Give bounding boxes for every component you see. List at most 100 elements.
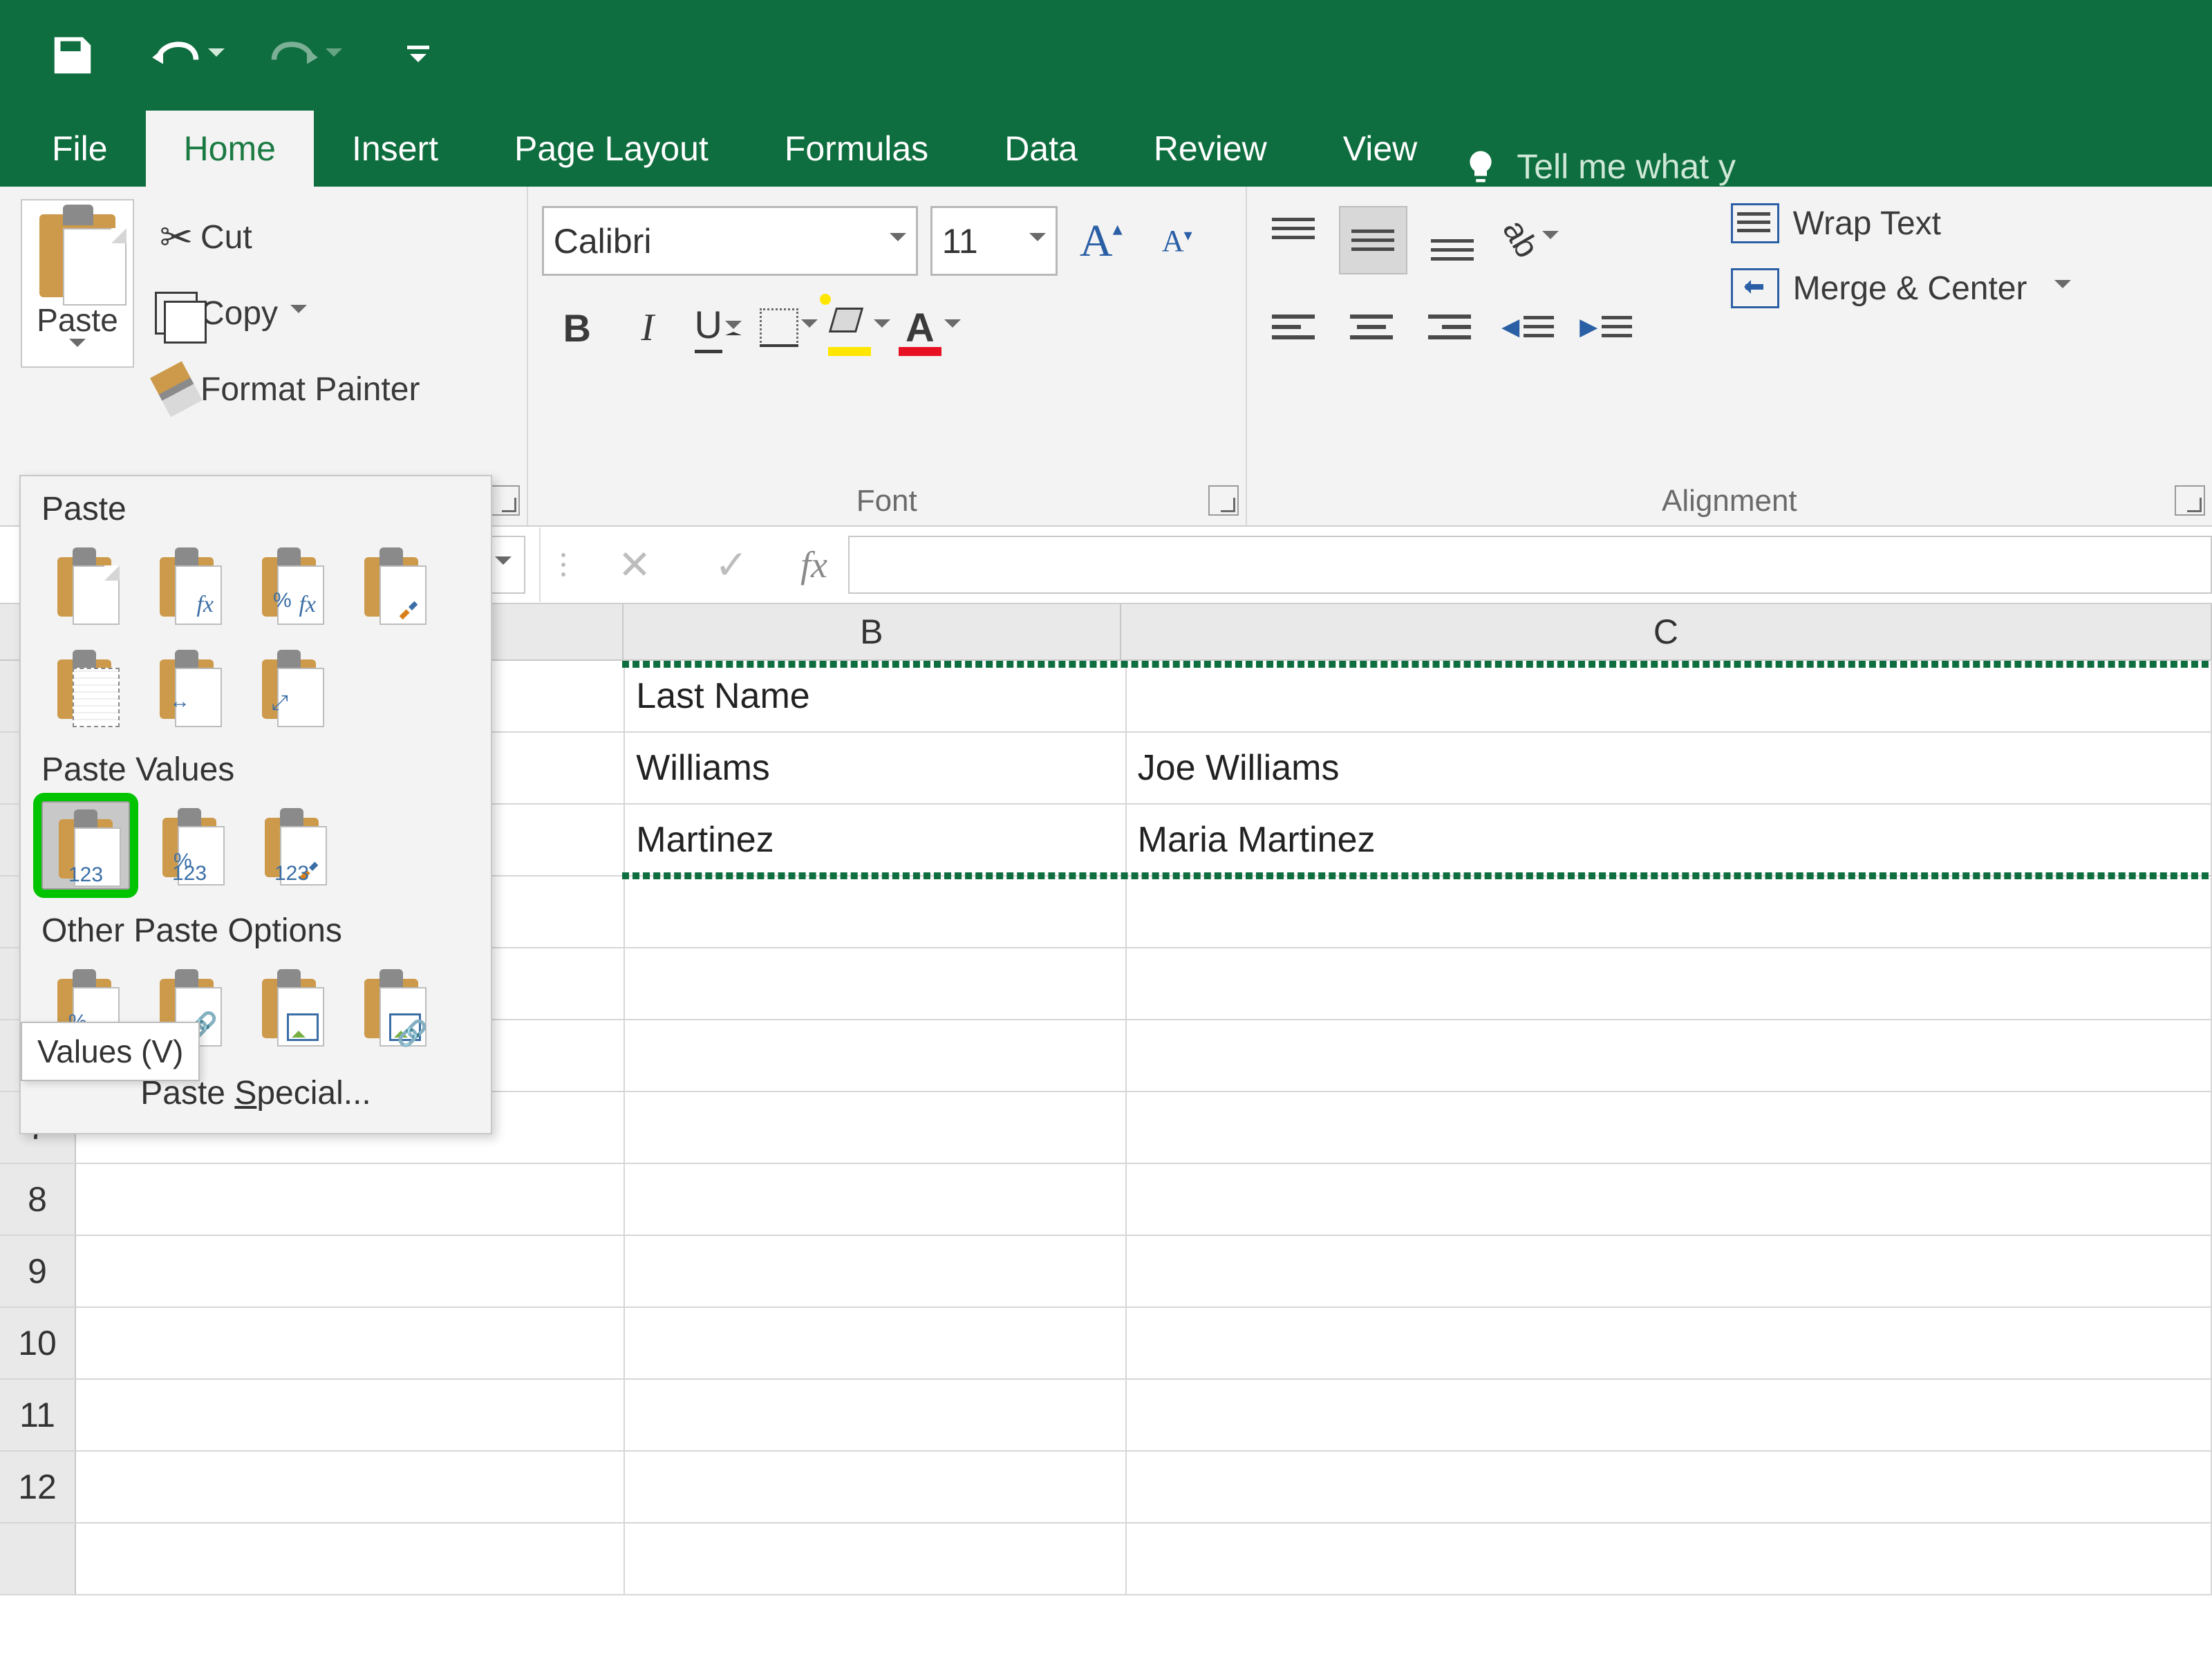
qat-customize-button[interactable] — [384, 21, 453, 90]
qat-redo-button[interactable] — [259, 21, 328, 90]
cell-a9[interactable] — [76, 1236, 625, 1306]
bold-button[interactable]: B — [546, 297, 608, 359]
formula-bar-grip[interactable] — [553, 553, 574, 577]
row-header-12[interactable]: 12 — [0, 1452, 76, 1522]
clipboard-dialog-launcher[interactable] — [489, 485, 520, 516]
font-size-combo[interactable]: 11 — [930, 206, 1058, 276]
cell-b4[interactable] — [625, 877, 1126, 947]
font-size-caret-icon[interactable] — [1029, 233, 1046, 250]
cell-c2[interactable]: Joe Williams — [1127, 733, 2212, 803]
cell-b1[interactable]: Last Name — [625, 661, 1126, 731]
align-left-button[interactable] — [1261, 294, 1327, 359]
fill-color-button[interactable] — [828, 297, 890, 359]
paste-option-values[interactable]: 123 — [41, 801, 130, 890]
tab-data[interactable]: Data — [966, 111, 1116, 187]
paste-option-keep-col-widths[interactable]: ↔ — [144, 643, 229, 729]
qat-save-button[interactable] — [38, 21, 107, 90]
merge-center-button[interactable]: Merge & Center — [1731, 268, 2072, 308]
row-header-13[interactable] — [0, 1524, 76, 1594]
merge-caret-icon[interactable] — [2054, 280, 2071, 297]
row-header-11[interactable]: 11 — [0, 1380, 76, 1450]
font-dialog-launcher[interactable] — [1208, 485, 1239, 516]
cell-b2[interactable]: Williams — [625, 733, 1126, 803]
align-bottom-button[interactable] — [1420, 206, 1485, 272]
cell-c6[interactable] — [1127, 1020, 2212, 1091]
orientation-button[interactable]: ab — [1498, 206, 1564, 272]
row-header-8[interactable]: 8 — [0, 1164, 76, 1235]
fill-color-caret-icon[interactable] — [874, 319, 890, 336]
cell-c12[interactable] — [1127, 1452, 2212, 1522]
align-middle-button[interactable] — [1339, 206, 1407, 274]
tab-insert[interactable]: Insert — [314, 111, 476, 187]
cell-b6[interactable] — [625, 1020, 1126, 1091]
qat-undo-button[interactable] — [142, 21, 211, 90]
row-header-10[interactable]: 10 — [0, 1308, 76, 1378]
cell-a10[interactable] — [76, 1308, 625, 1378]
copy-caret-icon[interactable] — [290, 305, 307, 321]
decrease-font-button[interactable]: A▾ — [1145, 210, 1207, 272]
col-header-b[interactable]: B — [624, 604, 1121, 659]
paste-option-formulas[interactable]: fx — [144, 541, 229, 626]
cell-c11[interactable] — [1127, 1380, 2212, 1450]
copy-button[interactable]: Copy — [152, 275, 420, 351]
increase-indent-button[interactable]: ▶ — [1573, 294, 1639, 359]
align-right-button[interactable] — [1417, 294, 1483, 359]
cell-b8[interactable] — [625, 1164, 1126, 1235]
paste-option-formulas-number-format[interactable]: %fx — [246, 541, 332, 626]
cancel-button[interactable]: ✕ — [586, 527, 683, 602]
cell-c13[interactable] — [1127, 1524, 2212, 1594]
cell-a12[interactable] — [76, 1452, 625, 1522]
increase-font-button[interactable]: A▴ — [1070, 210, 1132, 272]
fx-label[interactable]: fx — [800, 543, 827, 586]
align-center-button[interactable] — [1339, 294, 1405, 359]
undo-caret-icon[interactable] — [208, 48, 225, 65]
name-box-caret-icon[interactable] — [495, 556, 512, 573]
paste-option-linked-picture[interactable]: 🔗 — [348, 962, 434, 1048]
alignment-dialog-launcher[interactable] — [2175, 485, 2205, 516]
borders-button[interactable] — [758, 297, 820, 359]
enter-button[interactable]: ✓ — [683, 527, 780, 602]
cell-a11[interactable] — [76, 1380, 625, 1450]
paste-caret-icon[interactable] — [69, 339, 86, 355]
paste-option-transpose[interactable]: ⤢ — [246, 643, 332, 729]
underline-caret-icon[interactable] — [725, 321, 742, 335]
cell-b12[interactable] — [625, 1452, 1126, 1522]
cell-c1[interactable] — [1127, 661, 2212, 731]
paste-option-no-borders[interactable] — [41, 643, 127, 729]
cell-b5[interactable] — [625, 948, 1126, 1019]
cell-b9[interactable] — [625, 1236, 1126, 1306]
row-header-9[interactable]: 9 — [0, 1236, 76, 1306]
cell-b7[interactable] — [625, 1092, 1126, 1163]
tell-me[interactable]: Tell me what y — [1462, 147, 1736, 187]
tab-formulas[interactable]: Formulas — [747, 111, 966, 187]
borders-caret-icon[interactable] — [801, 319, 818, 336]
align-top-button[interactable] — [1261, 206, 1327, 272]
cell-c5[interactable] — [1127, 948, 2212, 1019]
font-name-caret-icon[interactable] — [890, 233, 906, 250]
font-color-caret-icon[interactable] — [944, 319, 961, 336]
font-name-combo[interactable]: Calibri — [542, 206, 918, 276]
col-header-c[interactable]: C — [1121, 604, 2212, 659]
underline-button[interactable]: U — [687, 297, 749, 359]
paste-option-keep-source-formatting[interactable] — [348, 541, 434, 626]
tab-file[interactable]: File — [14, 111, 146, 187]
cell-c7[interactable] — [1127, 1092, 2212, 1163]
cell-a13[interactable] — [76, 1524, 625, 1594]
paste-split-button[interactable]: Paste — [21, 199, 134, 368]
tab-page-layout[interactable]: Page Layout — [476, 111, 747, 187]
cell-a8[interactable] — [76, 1164, 625, 1235]
cell-c9[interactable] — [1127, 1236, 2212, 1306]
cell-b13[interactable] — [625, 1524, 1126, 1594]
font-color-button[interactable]: A — [899, 297, 961, 359]
wrap-text-button[interactable]: Wrap Text — [1731, 203, 2072, 243]
format-painter-button[interactable]: Format Painter — [152, 351, 420, 427]
cell-b3[interactable]: Martinez — [625, 805, 1126, 875]
italic-button[interactable]: I — [617, 297, 679, 359]
paste-option-paste[interactable] — [41, 541, 127, 626]
redo-caret-icon[interactable] — [326, 48, 342, 65]
cell-c8[interactable] — [1127, 1164, 2212, 1235]
tab-home[interactable]: Home — [146, 111, 314, 187]
paste-option-values-number-format[interactable]: % 123 — [147, 801, 232, 887]
cell-c3[interactable]: Maria Martinez — [1127, 805, 2212, 875]
cell-c10[interactable] — [1127, 1308, 2212, 1378]
